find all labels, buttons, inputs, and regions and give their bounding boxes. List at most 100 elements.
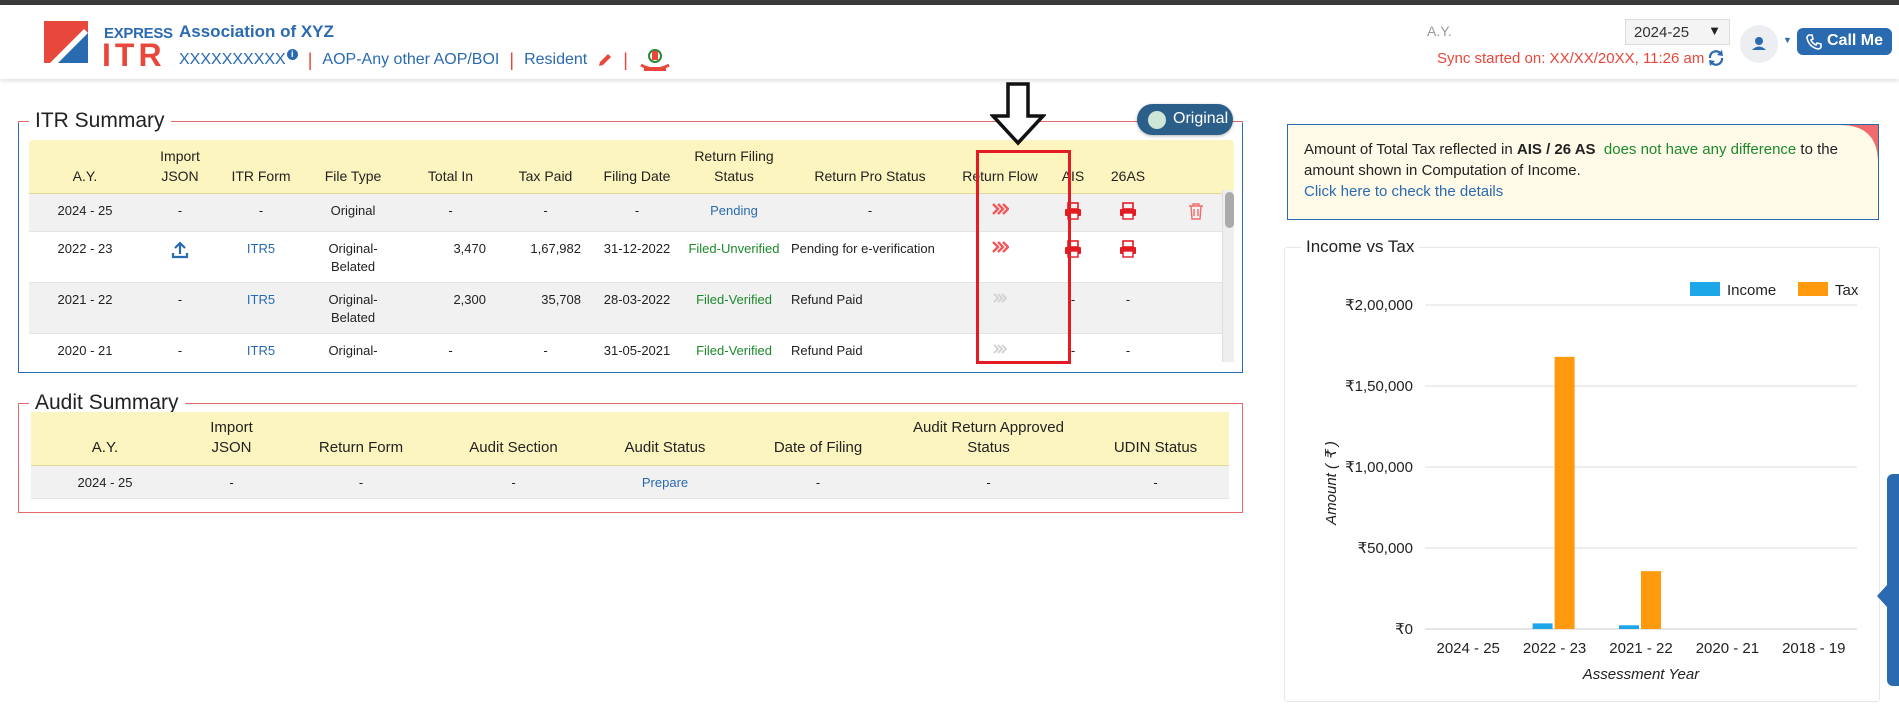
col-header-return-filing-status: Return Filing Status	[681, 140, 787, 194]
side-drawer-tab[interactable]	[1887, 474, 1899, 686]
x-tick-label: 2018 - 19	[1782, 640, 1845, 657]
scrollbar-thumb[interactable]	[1225, 192, 1234, 228]
income-tax-emblem-icon	[640, 49, 670, 71]
original-filter-badge[interactable]: Original	[1137, 104, 1233, 135]
separator: |	[509, 49, 515, 70]
x-tick-label: 2024 - 25	[1437, 640, 1500, 657]
cell-file-type: Original	[303, 193, 403, 232]
cell-26as[interactable]	[1099, 231, 1157, 283]
cell-filing-date: 31-12-2022	[593, 231, 681, 283]
col-header-return-pro-status: Return Pro Status	[787, 140, 953, 194]
phone-icon	[1806, 34, 1822, 50]
ais-text-bold: AIS / 26 AS	[1516, 141, 1596, 158]
col-header-itr-form: ITR Form	[219, 140, 303, 194]
cell-ay: 2020 - 21	[29, 333, 141, 362]
chart-title: Income vs Tax	[1301, 237, 1420, 257]
bar-tax	[1554, 356, 1575, 629]
y-tick-label: ₹50,000	[1358, 540, 1413, 557]
cell-import[interactable]	[141, 231, 219, 283]
col-header-audit-approved-status-label: Audit Return Approved Status	[913, 419, 1064, 456]
col-header-import-json-label: Import JSON	[160, 148, 200, 184]
cell-audit-status-link[interactable]: Prepare	[589, 465, 741, 499]
bar-income	[1619, 625, 1639, 629]
audit-header-row: A.Y. Import JSON Return Form Audit Secti…	[31, 412, 1229, 466]
cell-pro-status: Pending for e-verification	[787, 231, 953, 283]
logo-itr-text: ITR	[102, 37, 166, 73]
call-me-button[interactable]: Call Me	[1797, 28, 1892, 55]
cell-26as: -	[1099, 282, 1157, 334]
x-tick-label: 2021 - 22	[1609, 640, 1672, 657]
ais-text-green: does not have any difference	[1603, 141, 1797, 158]
cell-import: -	[141, 333, 219, 362]
ais-difference-notice: Amount of Total Tax reflected in AIS / 2…	[1287, 124, 1879, 220]
y-axis-label: Amount ( ₹ )	[1323, 441, 1340, 526]
avatar-caret-icon[interactable]: ▼	[1783, 35, 1792, 45]
cell-form: -	[284, 465, 438, 499]
col-header-total-in: Total In	[403, 140, 498, 194]
col-header-return-form: Return Form	[284, 412, 438, 466]
cell-form-link[interactable]: ITR5	[219, 231, 303, 283]
legend-swatch-tax	[1798, 282, 1828, 296]
cell-26as[interactable]	[1099, 193, 1157, 232]
cell-pro-status: Refund Paid	[787, 282, 953, 334]
down-arrow-icon	[990, 82, 1046, 146]
col-header-ay: A.Y.	[29, 140, 141, 194]
express-itr-logo[interactable]: EXPRESS ITR	[44, 19, 173, 73]
cell-total-in: -	[403, 193, 498, 232]
corner-ribbon-icon	[1840, 125, 1878, 163]
col-header-audit-status: Audit Status	[589, 412, 741, 466]
user-avatar[interactable]	[1740, 25, 1778, 63]
cell-date: -	[741, 465, 895, 499]
call-me-label: Call Me	[1827, 32, 1884, 49]
cell-form-link[interactable]: ITR5	[219, 282, 303, 334]
app-header: EXPRESS ITR Association of XYZ XXXXXXXXX…	[0, 5, 1899, 79]
cell-filing-date: 31-05-2021	[593, 333, 681, 362]
26as-print-icon[interactable]	[1119, 202, 1137, 220]
pencil-edit-icon[interactable]	[597, 52, 613, 68]
upload-icon[interactable]	[170, 240, 190, 260]
bar-tax	[1641, 571, 1661, 629]
y-tick-label: ₹0	[1395, 621, 1413, 638]
cell-section: -	[438, 465, 589, 499]
col-header-file-type: File Type	[303, 140, 403, 194]
check-details-link[interactable]: Click here to check the details	[1304, 183, 1503, 200]
cell-import: -	[141, 193, 219, 232]
cell-tax-paid: -	[498, 333, 593, 362]
residency-status: Resident	[524, 51, 588, 68]
cell-form-link[interactable]: ITR5	[219, 333, 303, 362]
separator: |	[307, 49, 313, 70]
bar-income	[1532, 623, 1553, 629]
col-header-import-json-label: Import JSON	[210, 419, 253, 456]
col-header-26as: 26AS	[1099, 140, 1157, 194]
x-tick-label: 2020 - 21	[1696, 640, 1759, 657]
legend-label-income: Income	[1727, 282, 1776, 299]
info-icon[interactable]: i	[286, 48, 298, 60]
col-header-udin-status: UDIN Status	[1082, 412, 1229, 466]
cell-26as: -	[1099, 333, 1157, 362]
assessment-year-select[interactable]: 2024-25 ▼	[1625, 19, 1730, 45]
sync-refresh-icon[interactable]	[1707, 49, 1725, 67]
income-vs-tax-card: ₹0 ₹50,000 ₹1,00,000 ₹1,50,000 ₹2,00,000 2024…	[1284, 247, 1880, 702]
cell-pro-status: -	[787, 193, 953, 232]
cell-ay: 2022 - 23	[29, 231, 141, 283]
itr-summary-title: ITR Summary	[35, 109, 165, 132]
col-header-import-json: Import JSON	[141, 140, 219, 194]
y-tick-label: ₹1,50,000	[1345, 378, 1413, 395]
cell-tax-paid: 1,67,982	[498, 231, 593, 283]
cell-status: Filed-Verified	[681, 282, 787, 334]
logo-mark-icon	[44, 21, 88, 63]
col-header-date-of-filing: Date of Filing	[741, 412, 895, 466]
col-header-ay: A.Y.	[31, 412, 179, 466]
ais-text-1: Amount of Total Tax reflected in	[1304, 141, 1517, 158]
cell-tax-paid: 35,708	[498, 282, 593, 334]
legend-label-tax: Tax	[1835, 282, 1859, 299]
cell-ay: 2024 - 25	[29, 193, 141, 232]
table-row: 2024 - 25 - - - Prepare - - -	[31, 465, 1229, 499]
trash-icon[interactable]	[1188, 202, 1204, 220]
table-scrollbar[interactable]	[1222, 190, 1234, 362]
side-drawer-toggle-icon[interactable]	[1877, 585, 1887, 607]
cell-ay: 2024 - 25	[31, 465, 179, 499]
26as-print-icon[interactable]	[1119, 240, 1137, 258]
cell-status-link[interactable]: Pending	[681, 193, 787, 232]
toggle-icon	[1148, 111, 1166, 129]
